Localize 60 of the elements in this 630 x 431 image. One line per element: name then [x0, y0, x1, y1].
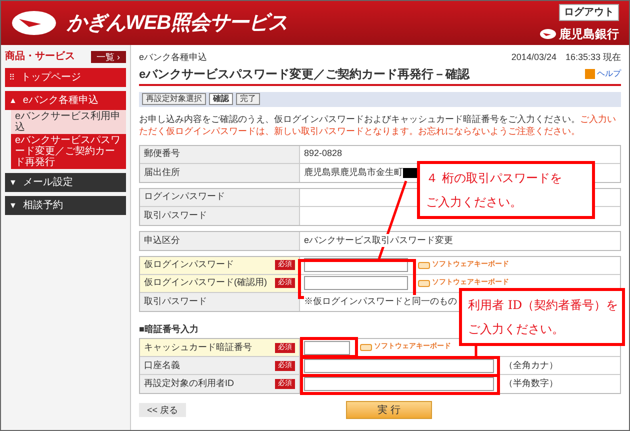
sidebar-subitem[interactable]: eバンクサービスパスワード変更／ご契約カード再発行 — [11, 134, 126, 169]
service-title: かぎんWEB照会サービス — [67, 11, 288, 36]
callout-text: ４ 桁の取引パスワードを — [426, 170, 563, 187]
bank-logo-icon — [11, 10, 57, 36]
sidebar-item-label: メール設定 — [22, 176, 73, 190]
field-label: 再設定対象の利用者ID — [144, 377, 234, 390]
callout-text: ご入力ください。 — [426, 194, 523, 211]
field-label: 取引パスワード — [144, 294, 207, 308]
sidebar-item[interactable]: ▼ メール設定 — [5, 173, 126, 192]
sidebar-item-label: トップページ — [21, 70, 81, 85]
input-hint: （半角数字） — [504, 377, 558, 390]
list-button[interactable]: 一覧 › — [90, 50, 126, 62]
field-label: 取引パスワード — [144, 208, 207, 222]
section-heading: ■暗証番号入力 — [139, 322, 198, 336]
bank-name: 鹿児島銀行 — [559, 26, 619, 42]
sidebar-item-icon: ▼ — [9, 200, 17, 212]
help-link[interactable]: ヘルプ — [597, 68, 621, 80]
timestamp: 2014/03/24 16:35:33 現在 — [511, 51, 621, 64]
field-value: eバンクサービス取引パスワード変更 — [304, 234, 454, 248]
sidebar-item[interactable]: ▲ eバンク各種申込 — [5, 91, 126, 110]
input-field[interactable] — [304, 340, 350, 354]
sidebar-item-icon: ⠿ — [9, 72, 15, 84]
input-field[interactable] — [304, 377, 494, 391]
step-label: 再設定対象選択 — [142, 93, 206, 105]
keyboard-icon[interactable] — [418, 262, 430, 268]
sidebar-item-icon: ▼ — [9, 176, 17, 188]
step-label: 確認 — [209, 93, 233, 105]
sidebar-item[interactable]: ▼ 相談予約 — [5, 196, 126, 215]
field-label: 届出住所 — [144, 166, 180, 179]
field-label: 仮ログインパスワード — [144, 258, 234, 272]
keyboard-icon[interactable] — [360, 344, 372, 351]
page-title: eバンクサービスパスワード変更／ご契約カード再発行－確認 — [139, 66, 470, 82]
page-category: eバンク各種申込 — [139, 51, 208, 64]
field-label: 口座名義 — [144, 358, 180, 372]
back-button[interactable]: << 戻る — [139, 403, 186, 417]
callout-text: ご入力ください。 — [468, 321, 565, 338]
field-label: 郵便番号 — [144, 147, 180, 160]
callout-text: 利用者 ID（契約者番号）を — [468, 297, 616, 314]
sidebar-heading: 商品・サービス — [5, 49, 75, 64]
sidebar-item-icon: ▲ — [9, 94, 17, 106]
logout-button[interactable]: ログアウト — [559, 4, 619, 20]
input-hint: （全角カナ） — [504, 358, 558, 372]
instructions: お申し込み内容をご確認のうえ、仮ログインパスワードおよびキャッシュカード暗証番号をご入力ください。ご入力いただく仮ログインパスワードは、新しい取引パスワードとなります。お忘れにならないようご注意ください。 — [139, 112, 617, 136]
field-label: キャッシュカード暗証番号 — [144, 340, 252, 354]
field-value: ※仮ログインパスワードと同一のもの — [304, 294, 457, 308]
sidebar-item-label: 相談予約 — [22, 198, 63, 213]
input-field[interactable] — [304, 276, 408, 290]
submit-button[interactable]: 実 行 — [346, 401, 432, 419]
sidebar-item-label: eバンク各種申込 — [22, 94, 98, 108]
bank-logo-icon — [540, 28, 556, 38]
keyboard-icon[interactable] — [418, 280, 430, 286]
help-icon[interactable] — [585, 68, 595, 78]
input-field[interactable] — [304, 358, 494, 372]
field-value: 鹿児島県鹿児島市金生町 — [304, 166, 403, 180]
sidebar-item[interactable]: ⠿ トップページ — [5, 68, 126, 87]
sidebar-subitem[interactable]: eバンクサービス利用申込 — [11, 110, 126, 134]
field-label: 申込区分 — [144, 234, 180, 247]
step-label: 完了 — [236, 93, 260, 105]
field-label: ログインパスワード — [144, 190, 225, 204]
field-label: 仮ログインパスワード(確認用) — [144, 276, 267, 290]
